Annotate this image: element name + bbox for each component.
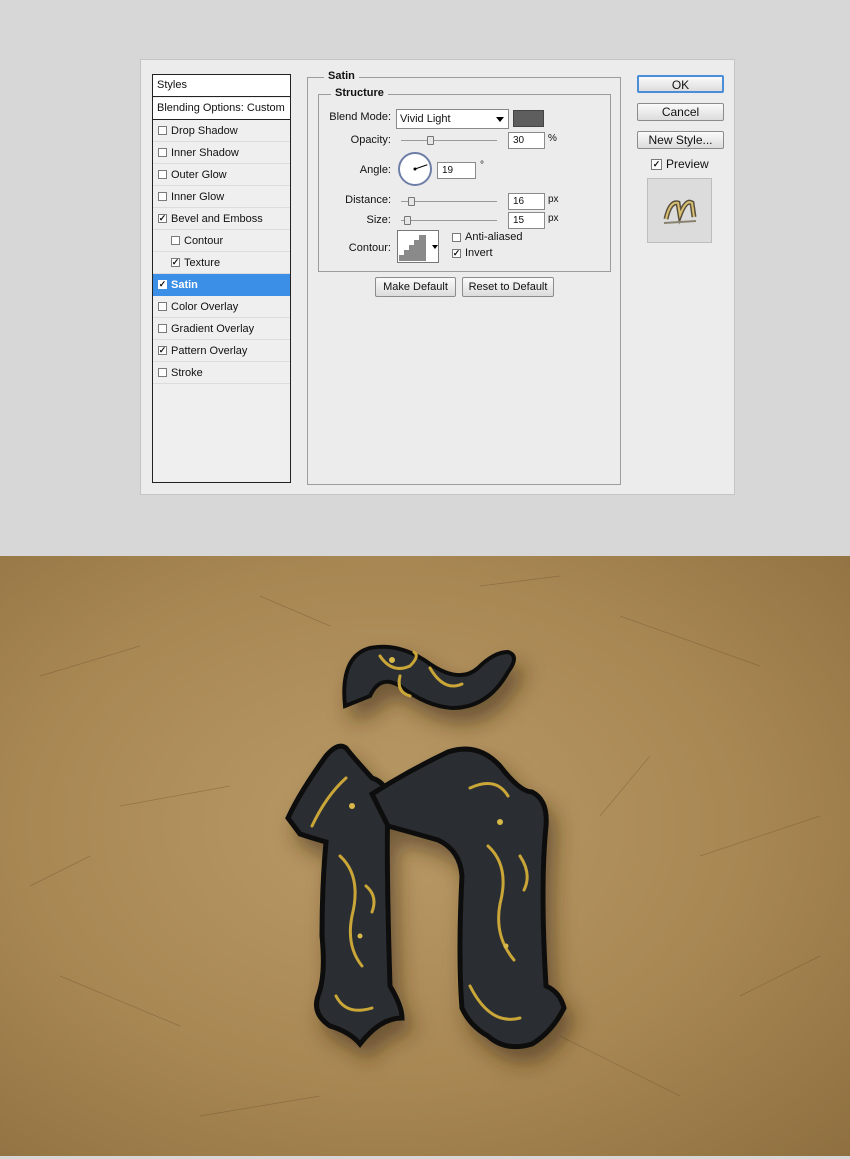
style-item-contour[interactable]: Contour: [153, 230, 290, 252]
angle-indicator-icon: [413, 164, 428, 171]
angle-label: Angle:: [359, 164, 391, 176]
cancel-button[interactable]: Cancel: [637, 103, 724, 121]
angle-dial[interactable]: [398, 152, 432, 186]
blend-mode-value: Vivid Light: [400, 113, 451, 125]
invert-label: Invert: [465, 247, 493, 259]
style-item-label: Inner Glow: [171, 190, 225, 203]
size-label: Size:: [366, 214, 391, 226]
contour-label: Contour:: [348, 242, 391, 254]
styles-list: Styles Blending Options: Custom Drop Sha…: [152, 74, 291, 483]
invert-option[interactable]: Invert: [452, 247, 493, 259]
reset-to-default-button[interactable]: Reset to Default: [462, 277, 554, 297]
style-item-label: Contour: [184, 234, 224, 247]
chevron-down-icon: [496, 117, 504, 122]
structure-group: Structure Blend Mode: Vivid Light Opacit…: [318, 87, 611, 272]
size-unit: px: [548, 213, 559, 224]
opacity-input[interactable]: 30: [508, 132, 545, 149]
style-checkbox[interactable]: [158, 346, 167, 355]
style-checkbox[interactable]: [171, 236, 180, 245]
style-checkbox[interactable]: [158, 192, 167, 201]
opacity-label: Opacity:: [350, 134, 391, 146]
style-item-label: Outer Glow: [171, 168, 227, 181]
opacity-slider-track[interactable]: [401, 140, 497, 141]
blend-mode-select[interactable]: Vivid Light: [396, 109, 509, 129]
new-style-button[interactable]: New Style...: [637, 131, 724, 149]
preview-label: Preview: [666, 157, 709, 171]
make-default-button[interactable]: Make Default: [375, 277, 456, 297]
invert-checkbox[interactable]: [452, 248, 461, 258]
anti-aliased-checkbox[interactable]: [452, 232, 461, 242]
style-checkbox[interactable]: [171, 258, 180, 267]
contour-curve-icon: [399, 235, 438, 261]
style-item-bevel-and-emboss[interactable]: Bevel and Emboss: [153, 208, 290, 230]
style-item-label: Drop Shadow: [171, 124, 238, 137]
ornate-letter-artwork: [29, 575, 821, 1117]
style-checkbox[interactable]: [158, 368, 167, 377]
style-preview-icon: [663, 199, 697, 225]
size-slider-track[interactable]: [401, 220, 497, 221]
opacity-unit: %: [548, 133, 557, 144]
styles-header[interactable]: Styles: [153, 75, 290, 97]
ok-button[interactable]: OK: [637, 75, 724, 93]
distance-unit: px: [548, 194, 559, 205]
style-item-label: Gradient Overlay: [171, 322, 255, 335]
distance-slider-thumb[interactable]: [407, 197, 415, 206]
style-item-label: Bevel and Emboss: [171, 212, 263, 225]
style-checkbox[interactable]: [158, 214, 167, 223]
distance-input[interactable]: 16: [508, 193, 545, 210]
distance-label: Distance:: [345, 194, 391, 206]
preview-option[interactable]: Preview: [651, 157, 709, 171]
style-checkbox[interactable]: [158, 126, 167, 135]
style-item-texture[interactable]: Texture: [153, 252, 290, 274]
angle-input[interactable]: 19: [437, 162, 476, 179]
distance-slider-track[interactable]: [401, 201, 497, 202]
satin-title: Satin: [324, 70, 359, 82]
preview-checkbox[interactable]: [651, 158, 662, 170]
style-preview-thumbnail: [647, 178, 712, 243]
style-item-inner-glow[interactable]: Inner Glow: [153, 186, 290, 208]
structure-title: Structure: [331, 87, 388, 99]
style-item-satin[interactable]: Satin: [153, 274, 290, 296]
style-item-pattern-overlay[interactable]: Pattern Overlay: [153, 340, 290, 362]
style-item-label: Texture: [184, 256, 221, 269]
style-checkbox[interactable]: [158, 302, 167, 311]
style-checkbox[interactable]: [158, 148, 167, 157]
opacity-slider-thumb[interactable]: [426, 136, 434, 145]
style-item-label: Color Overlay: [171, 300, 239, 313]
blending-options-item[interactable]: Blending Options: Custom: [153, 98, 290, 120]
style-item-label: Stroke: [171, 366, 203, 379]
anti-aliased-option[interactable]: Anti-aliased: [452, 231, 522, 243]
contour-picker[interactable]: [397, 230, 439, 263]
style-item-label: Inner Shadow: [171, 146, 239, 159]
style-checkbox[interactable]: [158, 170, 167, 179]
style-item-drop-shadow[interactable]: Drop Shadow: [153, 120, 290, 142]
size-input[interactable]: 15: [508, 212, 545, 229]
style-checkbox[interactable]: [158, 324, 167, 333]
blend-mode-label: Blend Mode:: [329, 111, 391, 123]
artwork-canvas: [0, 556, 850, 1156]
style-item-gradient-overlay[interactable]: Gradient Overlay: [153, 318, 290, 340]
size-slider-thumb[interactable]: [403, 216, 411, 225]
style-item-outer-glow[interactable]: Outer Glow: [153, 164, 290, 186]
style-item-color-overlay[interactable]: Color Overlay: [153, 296, 290, 318]
layer-style-dialog: Styles Blending Options: Custom Drop Sha…: [140, 59, 735, 495]
style-checkbox[interactable]: [158, 280, 167, 289]
angle-unit: °: [480, 160, 484, 171]
style-item-label: Satin: [171, 278, 198, 291]
blend-color-swatch[interactable]: [513, 110, 544, 127]
satin-group: Satin Structure Blend Mode: Vivid Light …: [307, 70, 621, 485]
anti-aliased-label: Anti-aliased: [465, 231, 523, 243]
style-item-label: Pattern Overlay: [171, 344, 248, 357]
style-item-inner-shadow[interactable]: Inner Shadow: [153, 142, 290, 164]
style-item-stroke[interactable]: Stroke: [153, 362, 290, 384]
